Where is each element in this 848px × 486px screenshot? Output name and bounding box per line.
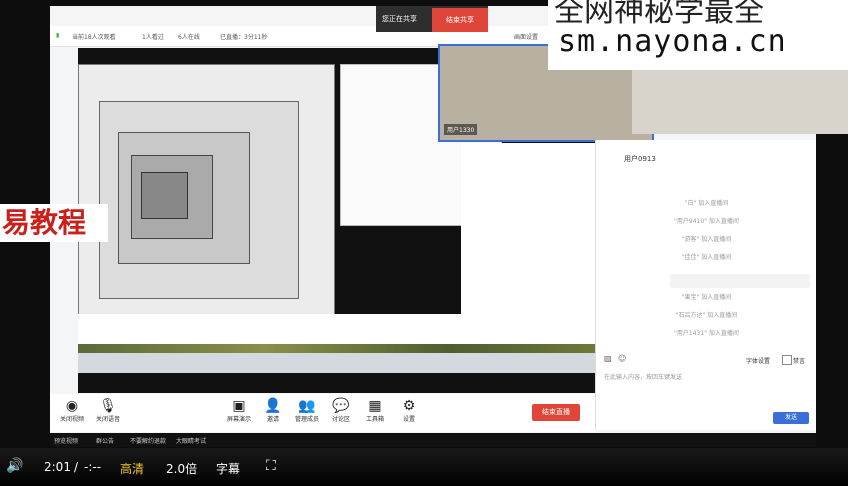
screen-icon: ▣ xyxy=(232,398,246,414)
screen-setting-button[interactable]: 画面设置 xyxy=(514,32,538,41)
current-time: 2:01 xyxy=(44,460,71,474)
mirror-chat-list xyxy=(461,143,611,328)
subtitle-button[interactable]: 字幕 xyxy=(216,460,240,477)
end-share-button[interactable]: 结束共享 xyxy=(432,8,488,32)
watermark: 全网神秘学最全 sm.nayona.cn xyxy=(548,0,848,70)
gear-icon: ⚙ xyxy=(402,398,416,414)
volume-icon[interactable]: 🔊 xyxy=(6,458,23,474)
camera-label: 关闭视频 xyxy=(59,416,84,423)
screen-share-tool[interactable]: ▣ 屏幕演示 xyxy=(221,398,257,423)
mirror-taskbar xyxy=(78,353,638,373)
mic-label: 关闭语音 xyxy=(95,416,120,423)
chat-user-label: 用户0913 xyxy=(624,155,656,163)
tutorial-overlay-text: 易教程 xyxy=(2,206,87,239)
chat-message: "石吕方达" 加入直播间 xyxy=(675,312,738,319)
caption-item: 群公告 xyxy=(96,438,115,445)
tutorial-overlay: 易教程 xyxy=(0,204,108,242)
chat-message: "用户9410" 加入直播间 xyxy=(674,218,739,225)
fullscreen-icon[interactable]: ⛶ xyxy=(266,458,276,474)
viewer-count: 当前18人次观看 xyxy=(72,34,116,41)
tool-label: 设置 xyxy=(402,416,415,423)
video-player-bar: 🔊 2:01 / -:-- 高清 2.0倍 字幕 ⛶ xyxy=(0,448,848,486)
mirror-level-5 xyxy=(141,172,188,219)
mirror-toolbar xyxy=(78,314,638,344)
presenter-camera xyxy=(632,70,848,134)
signal-icon: ▮ xyxy=(56,32,60,39)
font-setting-button[interactable]: 字体设置 xyxy=(746,356,770,365)
chat-message: "游客" 加入直播间 xyxy=(681,236,732,243)
camera-icon: ◉ xyxy=(65,398,79,414)
mute-label: 禁言 xyxy=(793,358,806,365)
mirror-level-2 xyxy=(99,101,299,299)
settings-tool[interactable]: ⚙ 设置 xyxy=(391,398,427,423)
mirror-level-1 xyxy=(78,64,335,326)
send-button[interactable]: 发送 xyxy=(773,412,809,424)
chat-message: "佳佳" 加入直播间 xyxy=(681,254,732,261)
tool-label: 屏幕演示 xyxy=(226,416,251,423)
watched-count: 1人看过 xyxy=(142,34,164,41)
camera-toggle[interactable]: ◉ 关闭视频 xyxy=(54,398,90,423)
chat-panel: 用户0913 "白" 加入直播间 "用户9410" 加入直播间 "游客" 加入直… xyxy=(595,140,816,430)
tool-label: 讨论区 xyxy=(331,416,350,423)
speed-button[interactable]: 2.0倍 xyxy=(166,460,197,477)
caption-item: 不要解约退款 xyxy=(130,438,167,445)
watermark-url: sm.nayona.cn xyxy=(558,24,787,59)
manage-members-tool[interactable]: 👥 管理成员 xyxy=(289,398,325,423)
invite-icon: 👤 xyxy=(264,398,282,414)
chat-input[interactable]: 在此输入内容，按回车键发送 xyxy=(604,372,682,381)
invite-tool[interactable]: 👤 邀请 xyxy=(255,398,291,423)
live-duration: 已直播：3分11秒 xyxy=(220,34,268,41)
caption-item: 预览视频 xyxy=(54,438,79,445)
chat-icon: 💬 xyxy=(332,398,350,414)
mute-checkbox[interactable] xyxy=(782,355,792,365)
chat-message: "果宝" 加入直播间 xyxy=(681,294,732,301)
time-separator: / xyxy=(74,460,79,474)
chat-message: "用户1431" 加入直播间 xyxy=(674,330,739,337)
tool-label: 管理成员 xyxy=(294,416,319,423)
discussion-tool[interactable]: 💬 讨论区 xyxy=(323,398,359,423)
emoji-toolbar[interactable] xyxy=(670,274,810,288)
toolbox-tool[interactable]: ▦ 工具箱 xyxy=(357,398,393,423)
webcam-user-tag: 用户1330 xyxy=(444,124,478,135)
bottom-caption-strip: 预览视频 群公告 不要解约退款 大眼睛考试 xyxy=(50,433,816,447)
caption-item: 大眼睛考试 xyxy=(176,438,207,445)
mic-toggle[interactable]: 🎙 关闭语音 xyxy=(90,398,126,423)
tool-label: 邀请 xyxy=(266,416,279,423)
members-icon: 👥 xyxy=(298,398,316,414)
total-time: -:-- xyxy=(84,460,102,474)
microphone-icon: 🎙 xyxy=(99,398,117,414)
emoji-icon[interactable]: ☺ xyxy=(618,354,626,363)
grid-icon: ▦ xyxy=(368,398,382,414)
quality-button[interactable]: 高清 xyxy=(120,460,144,477)
chat-message: "白" 加入直播间 xyxy=(684,200,729,207)
mirror-level-3 xyxy=(118,132,250,264)
mirror-level-4 xyxy=(131,155,213,239)
meeting-toolbar: ◉ 关闭视频 🎙 关闭语音 ▣ 屏幕演示 👤 邀请 👥 管理成员 💬 讨论区 ▦… xyxy=(50,394,595,432)
sharing-label: 您正在共享 xyxy=(382,15,417,23)
image-icon[interactable]: ▨ xyxy=(604,354,612,363)
stop-live-button[interactable]: 结束直播 xyxy=(532,404,580,421)
online-count: 6人在线 xyxy=(178,34,200,41)
tool-label: 工具箱 xyxy=(365,416,384,423)
